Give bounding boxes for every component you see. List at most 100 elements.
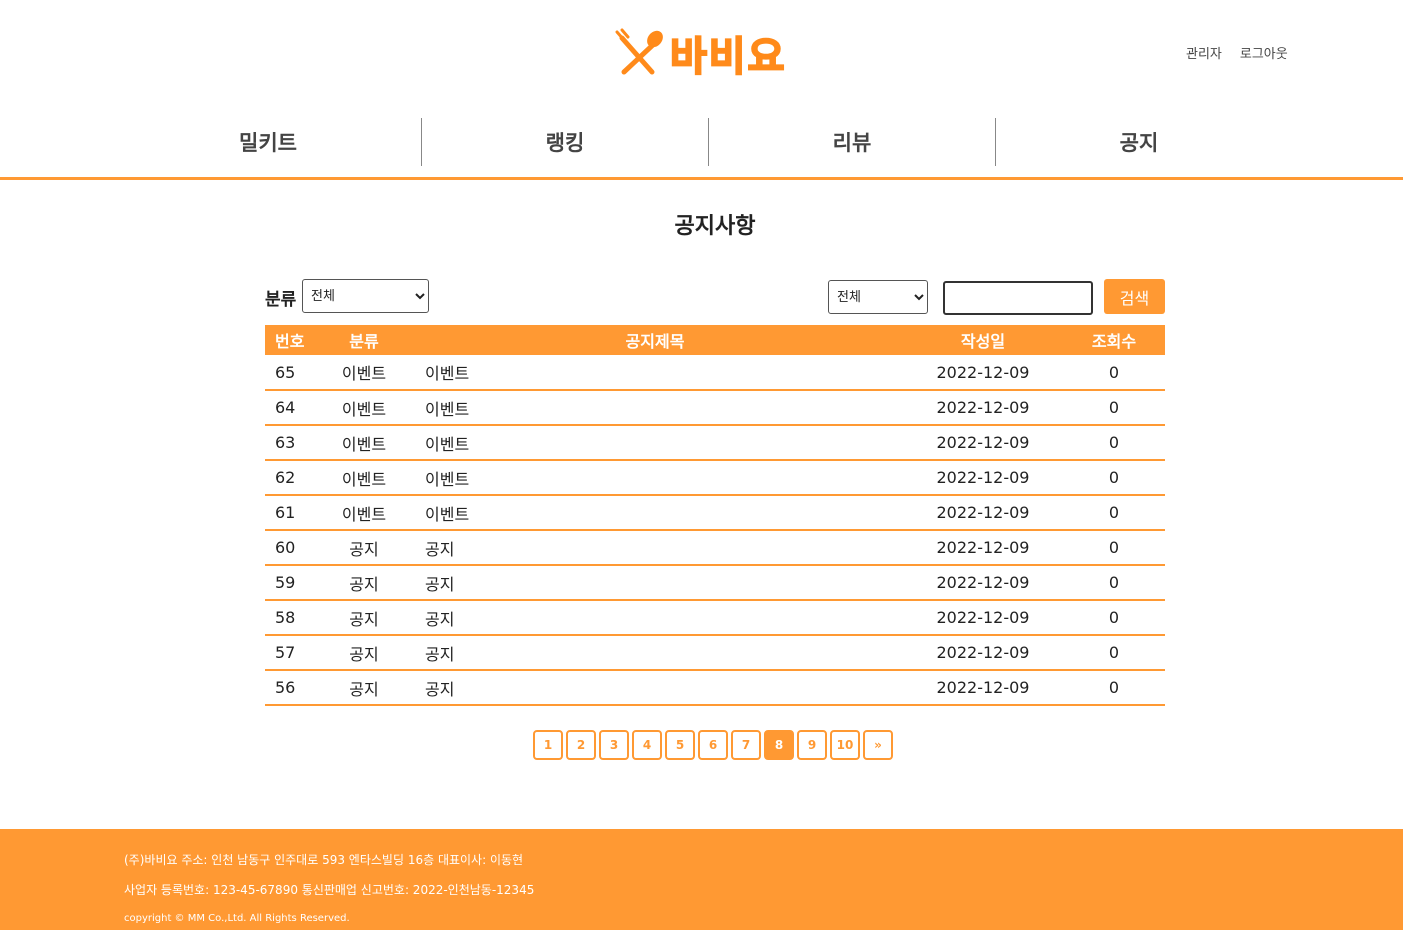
nav-item-ranking[interactable]: 랭킹 [422, 118, 708, 166]
cell-title[interactable]: 이벤트 [407, 460, 903, 496]
header-views: 조회수 [1063, 325, 1165, 355]
site-logo[interactable]: 바비요 [614, 26, 818, 81]
page-button-7[interactable]: 7 [731, 730, 761, 760]
table-row[interactable]: 61 이벤트 이벤트 2022-12-09 0 [265, 495, 1165, 531]
top-links: 관리자 로그아웃 [1186, 43, 1288, 62]
cell-no: 64 [265, 390, 321, 426]
page-button-1[interactable]: 1 [533, 730, 563, 760]
fork-spoon-icon [615, 28, 663, 75]
search-field-select[interactable]: 전체 [828, 280, 928, 314]
cell-title[interactable]: 이벤트 [407, 355, 903, 391]
logout-link[interactable]: 로그아웃 [1240, 43, 1288, 62]
notice-table: 번호 분류 공지제목 작성일 조회수 65 이벤트 이벤트 2022-12-09… [265, 325, 1165, 706]
cell-no: 65 [265, 355, 321, 391]
cell-title[interactable]: 이벤트 [407, 425, 903, 461]
page-button-3[interactable]: 3 [599, 730, 629, 760]
search-button[interactable]: 검색 [1104, 279, 1165, 314]
cell-date: 2022-12-09 [903, 530, 1063, 566]
category-label: 분류 [265, 290, 297, 310]
footer-copyright: copyright © MM Co.,Ltd. All Rights Reser… [124, 913, 350, 924]
table-row[interactable]: 64 이벤트 이벤트 2022-12-09 0 [265, 390, 1165, 426]
cell-date: 2022-12-09 [903, 460, 1063, 496]
table-row[interactable]: 59 공지 공지 2022-12-09 0 [265, 565, 1165, 601]
cell-title[interactable]: 공지 [407, 635, 903, 671]
next-page-button[interactable]: » [863, 730, 893, 760]
table-row[interactable]: 56 공지 공지 2022-12-09 0 [265, 670, 1165, 706]
cell-title[interactable]: 공지 [407, 530, 903, 566]
cell-category: 이벤트 [321, 390, 407, 426]
table-header-row: 번호 분류 공지제목 작성일 조회수 [265, 325, 1165, 355]
cell-date: 2022-12-09 [903, 670, 1063, 706]
cell-no: 61 [265, 495, 321, 531]
cell-views: 0 [1063, 565, 1165, 601]
table-row[interactable]: 58 공지 공지 2022-12-09 0 [265, 600, 1165, 636]
table-row[interactable]: 62 이벤트 이벤트 2022-12-09 0 [265, 460, 1165, 496]
cell-title[interactable]: 공지 [407, 565, 903, 601]
header-title: 공지제목 [407, 325, 903, 355]
site-header: 바비요 관리자 로그아웃 [0, 0, 1403, 110]
cell-date: 2022-12-09 [903, 565, 1063, 601]
cell-views: 0 [1063, 530, 1165, 566]
search-input[interactable] [943, 281, 1093, 315]
cell-category: 이벤트 [321, 495, 407, 531]
category-select[interactable]: 전체 [302, 279, 429, 313]
cell-views: 0 [1063, 390, 1165, 426]
cell-category: 이벤트 [321, 425, 407, 461]
page-button-10[interactable]: 10 [830, 730, 860, 760]
page-button-5[interactable]: 5 [665, 730, 695, 760]
nav-item-mealkit[interactable]: 밀키트 [123, 118, 413, 166]
cell-no: 58 [265, 600, 321, 636]
cell-date: 2022-12-09 [903, 425, 1063, 461]
cell-date: 2022-12-09 [903, 355, 1063, 391]
cell-title[interactable]: 공지 [407, 670, 903, 706]
cell-title[interactable]: 이벤트 [407, 495, 903, 531]
cell-no: 59 [265, 565, 321, 601]
cell-views: 0 [1063, 425, 1165, 461]
cell-date: 2022-12-09 [903, 495, 1063, 531]
pagination: 1 2 3 4 5 6 7 8 9 10 » [533, 730, 893, 760]
footer-registration-info: 사업자 등록번호: 123-45-67890 통신판매업 신고번호: 2022-… [124, 883, 535, 897]
page-button-9[interactable]: 9 [797, 730, 827, 760]
footer-company-info: (주)바비요 주소: 인천 남동구 인주대로 593 엔타스빌딩 16층 대표이… [124, 853, 524, 867]
page-button-4[interactable]: 4 [632, 730, 662, 760]
page-button-8-current[interactable]: 8 [764, 730, 794, 760]
logo-text: 바비요 [669, 33, 787, 81]
cell-title[interactable]: 공지 [407, 600, 903, 636]
cell-views: 0 [1063, 495, 1165, 531]
cell-category: 공지 [321, 635, 407, 671]
cell-views: 0 [1063, 460, 1165, 496]
cell-views: 0 [1063, 600, 1165, 636]
cell-category: 이벤트 [321, 355, 407, 391]
table-row[interactable]: 60 공지 공지 2022-12-09 0 [265, 530, 1165, 566]
table-row[interactable]: 57 공지 공지 2022-12-09 0 [265, 635, 1165, 671]
cell-category: 공지 [321, 530, 407, 566]
page-button-2[interactable]: 2 [566, 730, 596, 760]
header-no: 번호 [265, 325, 321, 355]
cell-category: 이벤트 [321, 460, 407, 496]
cell-date: 2022-12-09 [903, 600, 1063, 636]
cell-category: 공지 [321, 565, 407, 601]
table-row[interactable]: 63 이벤트 이벤트 2022-12-09 0 [265, 425, 1165, 461]
cell-title[interactable]: 이벤트 [407, 390, 903, 426]
cell-category: 공지 [321, 600, 407, 636]
page-button-6[interactable]: 6 [698, 730, 728, 760]
cell-category: 공지 [321, 670, 407, 706]
cell-date: 2022-12-09 [903, 635, 1063, 671]
header-date: 작성일 [903, 325, 1063, 355]
cell-no: 57 [265, 635, 321, 671]
admin-link[interactable]: 관리자 [1186, 43, 1222, 62]
site-footer: (주)바비요 주소: 인천 남동구 인주대로 593 엔타스빌딩 16층 대표이… [0, 829, 1403, 930]
nav-item-review[interactable]: 리뷰 [709, 118, 995, 166]
nav-item-notice[interactable]: 공지 [996, 118, 1282, 166]
cell-views: 0 [1063, 635, 1165, 671]
cell-no: 60 [265, 530, 321, 566]
cell-no: 63 [265, 425, 321, 461]
table-row[interactable]: 65 이벤트 이벤트 2022-12-09 0 [265, 355, 1165, 391]
page-title: 공지사항 [674, 214, 756, 239]
cell-views: 0 [1063, 355, 1165, 391]
cell-date: 2022-12-09 [903, 390, 1063, 426]
cell-no: 56 [265, 670, 321, 706]
cell-views: 0 [1063, 670, 1165, 706]
cell-no: 62 [265, 460, 321, 496]
main-nav: 밀키트 랭킹 리뷰 공지 [0, 118, 1403, 180]
